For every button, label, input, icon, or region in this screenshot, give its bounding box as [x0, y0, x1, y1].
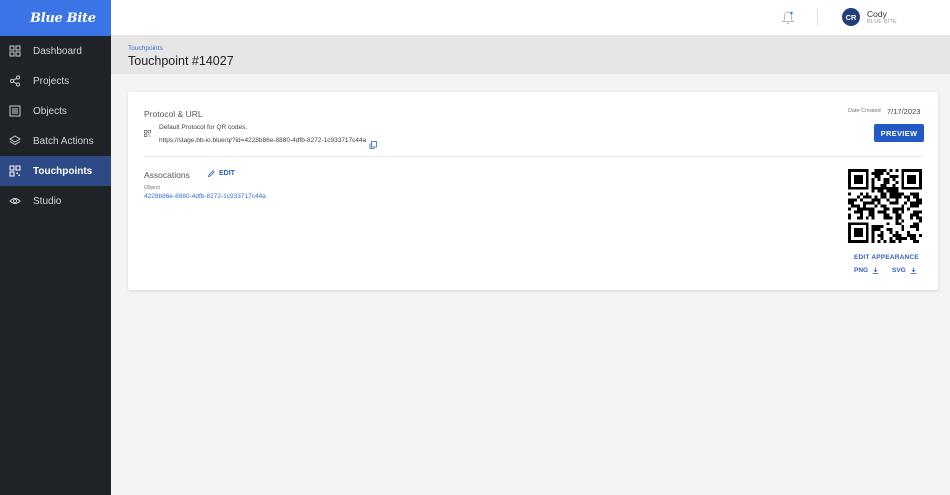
sidebar-item-dashboard[interactable]: Dashboard	[0, 36, 111, 66]
preview-button[interactable]: PREVIEW	[874, 124, 924, 142]
qr-code-image	[848, 169, 922, 243]
protocol-section-title: Protocol & URL	[144, 109, 203, 119]
grid-icon	[9, 45, 21, 57]
download-svg-link[interactable]: SVG	[892, 267, 917, 274]
download-icon	[910, 267, 917, 274]
breadcrumb[interactable]: Touchpoints	[128, 45, 163, 52]
user-name: Cody	[867, 9, 887, 19]
png-label: PNG	[854, 267, 869, 274]
associations-section-title: Assocations	[144, 170, 190, 180]
sidebar-item-label: Dashboard	[33, 45, 82, 57]
user-org: BLUE BITE	[867, 19, 897, 25]
sidebar-item-label: Touchpoints	[33, 165, 93, 177]
sidebar-item-label: Batch Actions	[33, 135, 94, 147]
download-png-link[interactable]: PNG	[854, 267, 879, 274]
box-icon	[9, 105, 21, 117]
sidebar: Blue Bite Dashboard Projects Objects Bat…	[0, 0, 111, 495]
pencil-icon	[208, 170, 215, 177]
sidebar-item-studio[interactable]: Studio	[0, 186, 111, 216]
section-divider	[144, 156, 922, 157]
sidebar-item-objects[interactable]: Objects	[0, 96, 111, 126]
copy-icon[interactable]	[369, 136, 377, 149]
qr-icon	[144, 124, 151, 137]
qr-icon	[9, 165, 21, 177]
download-icon	[872, 267, 879, 274]
logo-bar[interactable]: Blue Bite	[0, 0, 111, 36]
touchpoint-card: Protocol & URL Default Protocol for QR c…	[128, 92, 938, 290]
sidebar-item-label: Projects	[33, 75, 70, 87]
header-divider	[817, 9, 818, 26]
edit-associations-button[interactable]: EDIT	[208, 170, 235, 177]
date-created-value: 7/17/2023	[887, 107, 921, 116]
sidebar-nav: Dashboard Projects Objects Batch Actions…	[0, 36, 111, 216]
sidebar-item-touchpoints[interactable]: Touchpoints	[0, 156, 111, 186]
avatar[interactable]: CR	[842, 8, 860, 26]
edit-appearance-link[interactable]: EDIT APPEARANCE	[854, 254, 919, 261]
bell-icon[interactable]	[781, 10, 795, 26]
protocol-description: Default Protocol for QR codes.	[159, 124, 248, 131]
date-created-label: Date Created	[848, 108, 881, 114]
page-header: Touchpoints Touchpoint #14027	[111, 36, 950, 74]
touchpoint-url: https://stage.bb-io.blue/q/?id=4228b86e-…	[159, 137, 367, 144]
sidebar-item-batch-actions[interactable]: Batch Actions	[0, 126, 111, 156]
edit-label: EDIT	[219, 170, 235, 177]
layers-icon	[9, 135, 21, 147]
sidebar-item-label: Studio	[33, 195, 62, 207]
top-bar: CR Cody BLUE BITE	[111, 0, 950, 36]
object-link[interactable]: 4228b86e-8880-4dfb-8272-1c933717c44a	[144, 193, 266, 200]
sidebar-item-projects[interactable]: Projects	[0, 66, 111, 96]
page-title: Touchpoint #14027	[128, 54, 234, 68]
share-icon	[9, 75, 21, 87]
eye-icon	[9, 195, 21, 207]
svg-label: SVG	[892, 267, 906, 274]
logo: Blue Bite	[30, 10, 96, 26]
object-label: Object	[144, 185, 160, 191]
sidebar-item-label: Objects	[33, 105, 67, 117]
